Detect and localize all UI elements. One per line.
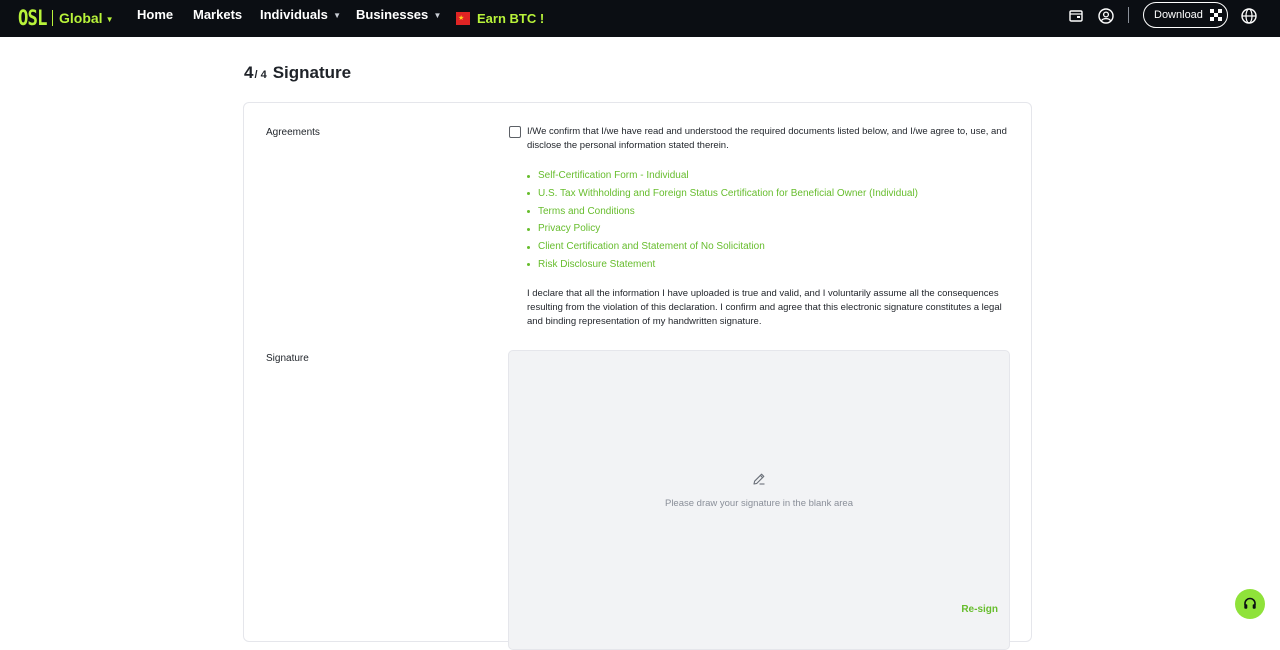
- download-button[interactable]: Download: [1143, 2, 1228, 28]
- document-link[interactable]: U.S. Tax Withholding and Foreign Status …: [527, 185, 918, 203]
- globe-icon[interactable]: [1239, 6, 1259, 26]
- nav-divider: [1128, 7, 1129, 23]
- document-link[interactable]: Risk Disclosure Statement: [527, 256, 918, 274]
- signature-label: Signature: [266, 353, 309, 364]
- download-label: Download: [1154, 9, 1203, 21]
- flag-icon: [456, 4, 470, 34]
- signature-pad[interactable]: Please draw your signature in the blank …: [508, 350, 1010, 650]
- page-title: Signature: [272, 63, 352, 82]
- logo[interactable]: OSL Global ▼: [18, 6, 113, 30]
- signature-form-card: Agreements I/We confirm that I/we have r…: [243, 102, 1032, 650]
- nav-individuals-label: Individuals: [260, 7, 328, 22]
- step-header: 4 / 4 Signature: [242, 63, 352, 83]
- region-label: Global: [59, 10, 103, 26]
- agreements-label: Agreements: [266, 127, 320, 138]
- earn-btc-label: Earn BTC !: [477, 10, 545, 26]
- document-link[interactable]: Privacy Policy: [527, 220, 918, 238]
- nav-businesses-label: Businesses: [356, 7, 429, 22]
- declaration-text: I declare that all the information I hav…: [527, 288, 1002, 327]
- headset-icon: [1244, 597, 1256, 609]
- wallet-icon[interactable]: [1066, 6, 1086, 26]
- step-total: / 4: [254, 69, 267, 81]
- support-chat-button[interactable]: [1235, 589, 1265, 619]
- nav-home[interactable]: Home: [137, 0, 173, 37]
- chevron-down-icon: ▼: [105, 15, 114, 24]
- agreement-checkbox[interactable]: [509, 126, 521, 138]
- document-link[interactable]: Terms and Conditions: [527, 203, 918, 221]
- logo-text: OSL: [18, 6, 47, 30]
- top-navigation-bar: OSL Global ▼ Home Markets Individuals ▼ B…: [0, 0, 1280, 37]
- documents-list: Self-Certification Form - Individual U.S…: [527, 167, 918, 274]
- document-link[interactable]: Self-Certification Form - Individual: [527, 167, 918, 185]
- nav-markets[interactable]: Markets: [193, 0, 242, 37]
- logo-divider: [52, 10, 53, 26]
- qr-code-icon: [1209, 9, 1222, 21]
- chevron-down-icon: ▼: [431, 11, 442, 20]
- resign-button[interactable]: Re-sign: [961, 604, 998, 615]
- account-icon[interactable]: [1096, 6, 1116, 26]
- region-selector[interactable]: Global ▼: [59, 10, 113, 26]
- nav-individuals[interactable]: Individuals ▼: [260, 0, 341, 37]
- signature-placeholder: Please draw your signature in the blank …: [664, 498, 853, 509]
- agreement-confirm-text: I/We confirm that I/we have read and und…: [527, 126, 1007, 151]
- nav-earn-btc[interactable]: Earn BTC !: [456, 0, 544, 37]
- nav-businesses[interactable]: Businesses ▼: [356, 0, 441, 37]
- document-link[interactable]: Client Certification and Statement of No…: [527, 238, 918, 256]
- step-current: 4: [242, 63, 272, 82]
- pen-icon: [753, 473, 765, 485]
- chevron-down-icon: ▼: [330, 11, 342, 20]
